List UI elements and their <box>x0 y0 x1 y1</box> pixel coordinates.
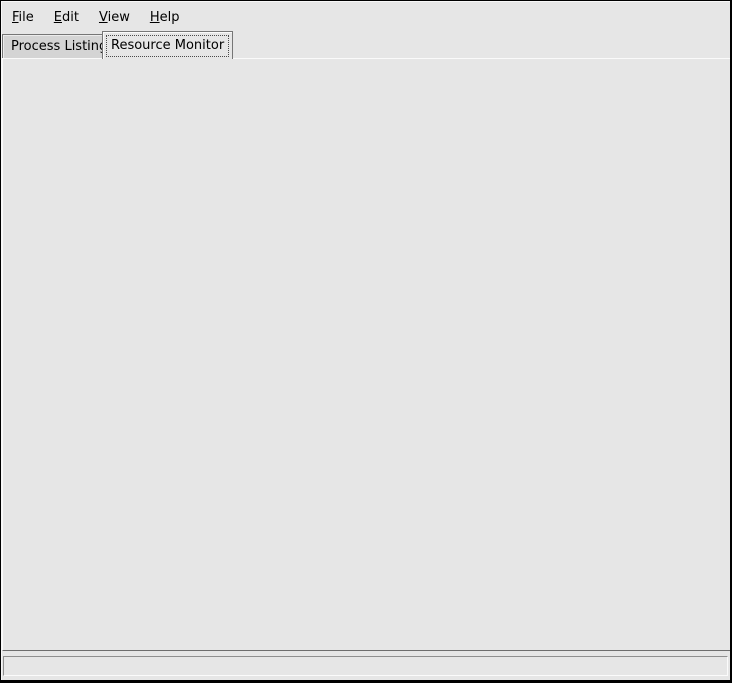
resource-monitor-page <box>2 58 731 651</box>
menu-view[interactable]: View <box>89 5 140 30</box>
tab-resource-monitor-label: Resource Monitor <box>111 38 224 53</box>
tab-resource-monitor[interactable]: Resource Monitor <box>102 31 233 59</box>
statusbar <box>3 656 728 676</box>
menu-edit[interactable]: Edit <box>44 5 89 30</box>
menu-help[interactable]: Help <box>140 5 190 30</box>
tab-process-listing[interactable]: Process Listing <box>2 34 116 58</box>
menubar: File Edit View Help <box>2 3 729 32</box>
system-monitor-window: File Edit View Help Process Listing Reso… <box>0 0 732 683</box>
menu-file[interactable]: File <box>2 5 44 30</box>
tab-process-listing-label: Process Listing <box>11 39 107 54</box>
